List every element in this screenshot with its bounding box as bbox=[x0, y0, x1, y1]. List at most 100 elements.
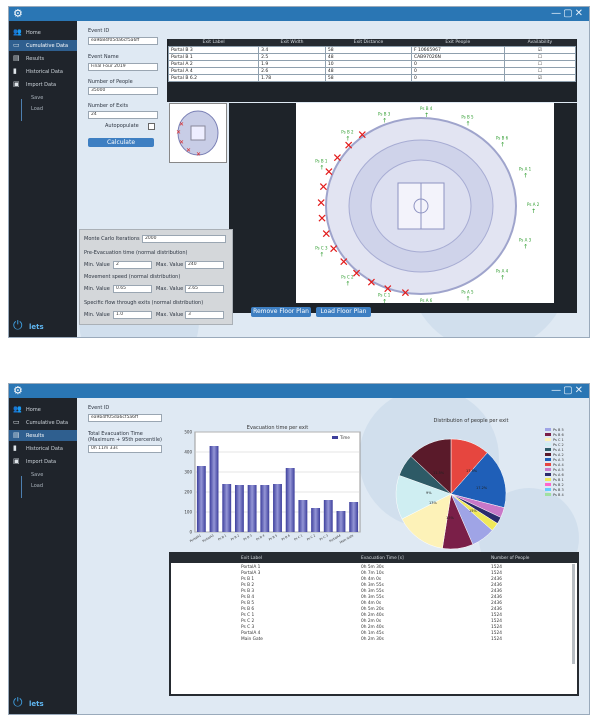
column-header[interactable]: Availability bbox=[504, 39, 576, 47]
remove-floor-plan-button[interactable]: Remove Floor Plan bbox=[251, 307, 311, 317]
column-header[interactable]: Number of People bbox=[491, 556, 529, 561]
column-header[interactable]: Exit People bbox=[411, 39, 505, 47]
table-cell[interactable]: F 10665967 bbox=[410, 46, 505, 54]
sidebar-subitem-save[interactable]: Save bbox=[9, 470, 77, 481]
exit-label[interactable]: Ps A 5 bbox=[461, 289, 474, 294]
table-scrollbar[interactable] bbox=[572, 564, 575, 664]
availability-checkbox[interactable]: ☐ bbox=[503, 67, 577, 75]
table-cell[interactable]: Portal B 1 bbox=[167, 53, 260, 61]
table-cell[interactable]: Portal B 3 bbox=[167, 46, 260, 54]
table-cell[interactable]: 2.5 bbox=[258, 53, 326, 61]
blocked-exit-icon[interactable]: ✕ bbox=[329, 242, 339, 256]
sidebar-item-import-data[interactable]: ▣ Import Data bbox=[9, 79, 77, 90]
exit-label[interactable]: Ps B 5 bbox=[461, 115, 474, 120]
bar[interactable] bbox=[349, 502, 359, 532]
bar[interactable] bbox=[311, 508, 321, 532]
exit-label[interactable]: Ps B 4 bbox=[420, 106, 433, 111]
event-id-field[interactable]: ea9b84f05da6cf5a6ff bbox=[88, 37, 158, 45]
bar[interactable] bbox=[273, 484, 282, 532]
floor-plan-thumbnail[interactable]: ✕ ✕ ✕ ✕ ✕ bbox=[169, 103, 227, 163]
results-event-id-field[interactable]: ea9b4ff05da6cf5a6ff bbox=[88, 414, 162, 422]
blocked-exit-icon[interactable]: ✕ bbox=[332, 151, 342, 165]
power-icon[interactable]: ⏻ bbox=[13, 318, 23, 333]
bar[interactable] bbox=[222, 484, 232, 532]
table-cell[interactable]: 58 bbox=[324, 46, 412, 54]
table-row[interactable]: Portal B 6.2 1.78 58 0 ☑ bbox=[167, 74, 577, 82]
table-cell[interactable]: 0 bbox=[410, 74, 505, 82]
exit-label[interactable]: Ps B 2 bbox=[341, 130, 354, 135]
availability-checkbox[interactable]: ☐ bbox=[503, 53, 577, 61]
window-controls[interactable]: —▢✕ bbox=[551, 7, 585, 21]
exit-label[interactable]: Ps A 2 bbox=[527, 202, 540, 207]
table-cell[interactable]: Portal A 2 bbox=[167, 60, 260, 68]
exit-label[interactable]: Ps A 3 bbox=[519, 238, 532, 243]
blocked-exit-icon[interactable]: ✕ bbox=[357, 128, 367, 142]
bar[interactable] bbox=[323, 500, 333, 532]
floor-plan-canvas[interactable]: Ps B 1 ↑ Ps B 2 ↑ Ps B 3 ↑ Ps B 4 ↑ Ps B 5 ↑ Ps B … bbox=[296, 103, 554, 311]
table-cell[interactable]: 0 bbox=[410, 60, 505, 68]
blocked-exit-icon[interactable]: ✕ bbox=[316, 196, 326, 210]
sidebar-item-results[interactable]: ▤ Results bbox=[9, 53, 77, 64]
speed-min-field[interactable]: 0.65 bbox=[113, 285, 152, 293]
bar[interactable] bbox=[209, 446, 219, 532]
bar[interactable] bbox=[298, 500, 308, 532]
sidebar-item-historical-data[interactable]: ▮ Historical Data bbox=[9, 443, 77, 454]
column-header[interactable]: Exit Label bbox=[168, 39, 259, 47]
exit-label[interactable]: Ps B 1 bbox=[315, 158, 328, 163]
sidebar-item-home[interactable]: 👥 Home bbox=[9, 404, 77, 415]
table-cell[interactable]: 3.4 bbox=[258, 46, 326, 54]
exits-field[interactable]: 24 bbox=[88, 111, 158, 119]
table-cell[interactable]: 10 bbox=[324, 60, 412, 68]
blocked-exit-icon[interactable]: ✕ bbox=[318, 180, 328, 194]
bar[interactable] bbox=[196, 466, 206, 532]
blocked-exit-icon[interactable]: ✕ bbox=[317, 212, 327, 226]
bar[interactable] bbox=[285, 468, 295, 532]
exit-label[interactable]: Ps A 6 bbox=[420, 298, 433, 303]
total-time-field[interactable]: 0h 11m 33s bbox=[88, 445, 162, 453]
column-header[interactable]: Evacuation Time [s] bbox=[361, 556, 404, 561]
sidebar-item-cumulative-data[interactable]: ▭ Cumulative Data bbox=[9, 417, 77, 428]
autopopulate-checkbox[interactable] bbox=[148, 123, 155, 130]
table-cell[interactable]: 1.9 bbox=[258, 60, 326, 68]
bar[interactable] bbox=[234, 485, 244, 532]
bar[interactable] bbox=[247, 485, 257, 532]
blocked-exit-icon[interactable]: ✕ bbox=[321, 227, 331, 241]
blocked-exit-icon[interactable]: ✕ bbox=[344, 138, 354, 152]
people-field[interactable]: 35000 bbox=[88, 87, 158, 95]
sidebar-item-cumulative-data[interactable]: ▭ Cumulative Data bbox=[9, 40, 77, 51]
table-cell[interactable]: CAB97026N bbox=[410, 53, 505, 61]
table-cell[interactable]: Portal A 4 bbox=[167, 67, 260, 75]
speed-max-field[interactable]: 2.65 bbox=[185, 285, 224, 293]
blocked-exit-icon[interactable]: ✕ bbox=[352, 266, 362, 280]
blocked-exit-icon[interactable]: ✕ bbox=[366, 275, 376, 289]
column-header[interactable]: Exit Width bbox=[258, 39, 326, 47]
exit-label[interactable]: Ps C 3 bbox=[315, 246, 328, 251]
table-cell[interactable]: 48 bbox=[324, 53, 412, 61]
flow-max-field[interactable]: 3 bbox=[185, 311, 224, 319]
table-row[interactable]: Portal B 1 2.5 48 CAB97026N ☐ bbox=[167, 53, 577, 61]
bar[interactable] bbox=[260, 485, 270, 532]
table-cell[interactable]: Portal B 6.2 bbox=[167, 74, 260, 82]
flow-min-field[interactable]: 1.0 bbox=[113, 311, 152, 319]
table-cell[interactable]: 0 bbox=[410, 67, 505, 75]
sidebar-subitem-load[interactable]: Load bbox=[9, 104, 77, 115]
calculate-button[interactable]: Calculate bbox=[88, 138, 154, 147]
table-cell[interactable]: 58 bbox=[324, 74, 412, 82]
availability-checkbox[interactable]: ☑ bbox=[503, 46, 577, 54]
table-row[interactable]: Portal A 4 2.6 48 0 ☐ bbox=[167, 67, 577, 75]
column-header[interactable]: Exit Distance bbox=[325, 39, 412, 47]
availability-checkbox[interactable]: ☐ bbox=[503, 60, 577, 68]
table-cell[interactable]: 48 bbox=[324, 67, 412, 75]
sidebar-item-import-data[interactable]: ▣ Import Data bbox=[9, 456, 77, 467]
availability-checkbox[interactable]: ☑ bbox=[503, 74, 577, 82]
table-cell[interactable]: 1.78 bbox=[258, 74, 326, 82]
sidebar-item-home[interactable]: 👥 Home bbox=[9, 27, 77, 38]
exit-label[interactable]: Ps A 4 bbox=[496, 268, 509, 273]
power-icon[interactable]: ⏻ bbox=[13, 695, 23, 710]
column-header[interactable]: Exit Label bbox=[241, 556, 262, 561]
sidebar-item-results[interactable]: ▤ Results bbox=[9, 430, 77, 441]
exit-label[interactable]: Ps B 6 bbox=[496, 136, 509, 141]
table-row[interactable]: Portal A 2 1.9 10 0 ☐ bbox=[167, 60, 577, 68]
blocked-exit-icon[interactable]: ✕ bbox=[339, 255, 349, 269]
exit-label[interactable]: Ps B 3 bbox=[378, 111, 391, 116]
